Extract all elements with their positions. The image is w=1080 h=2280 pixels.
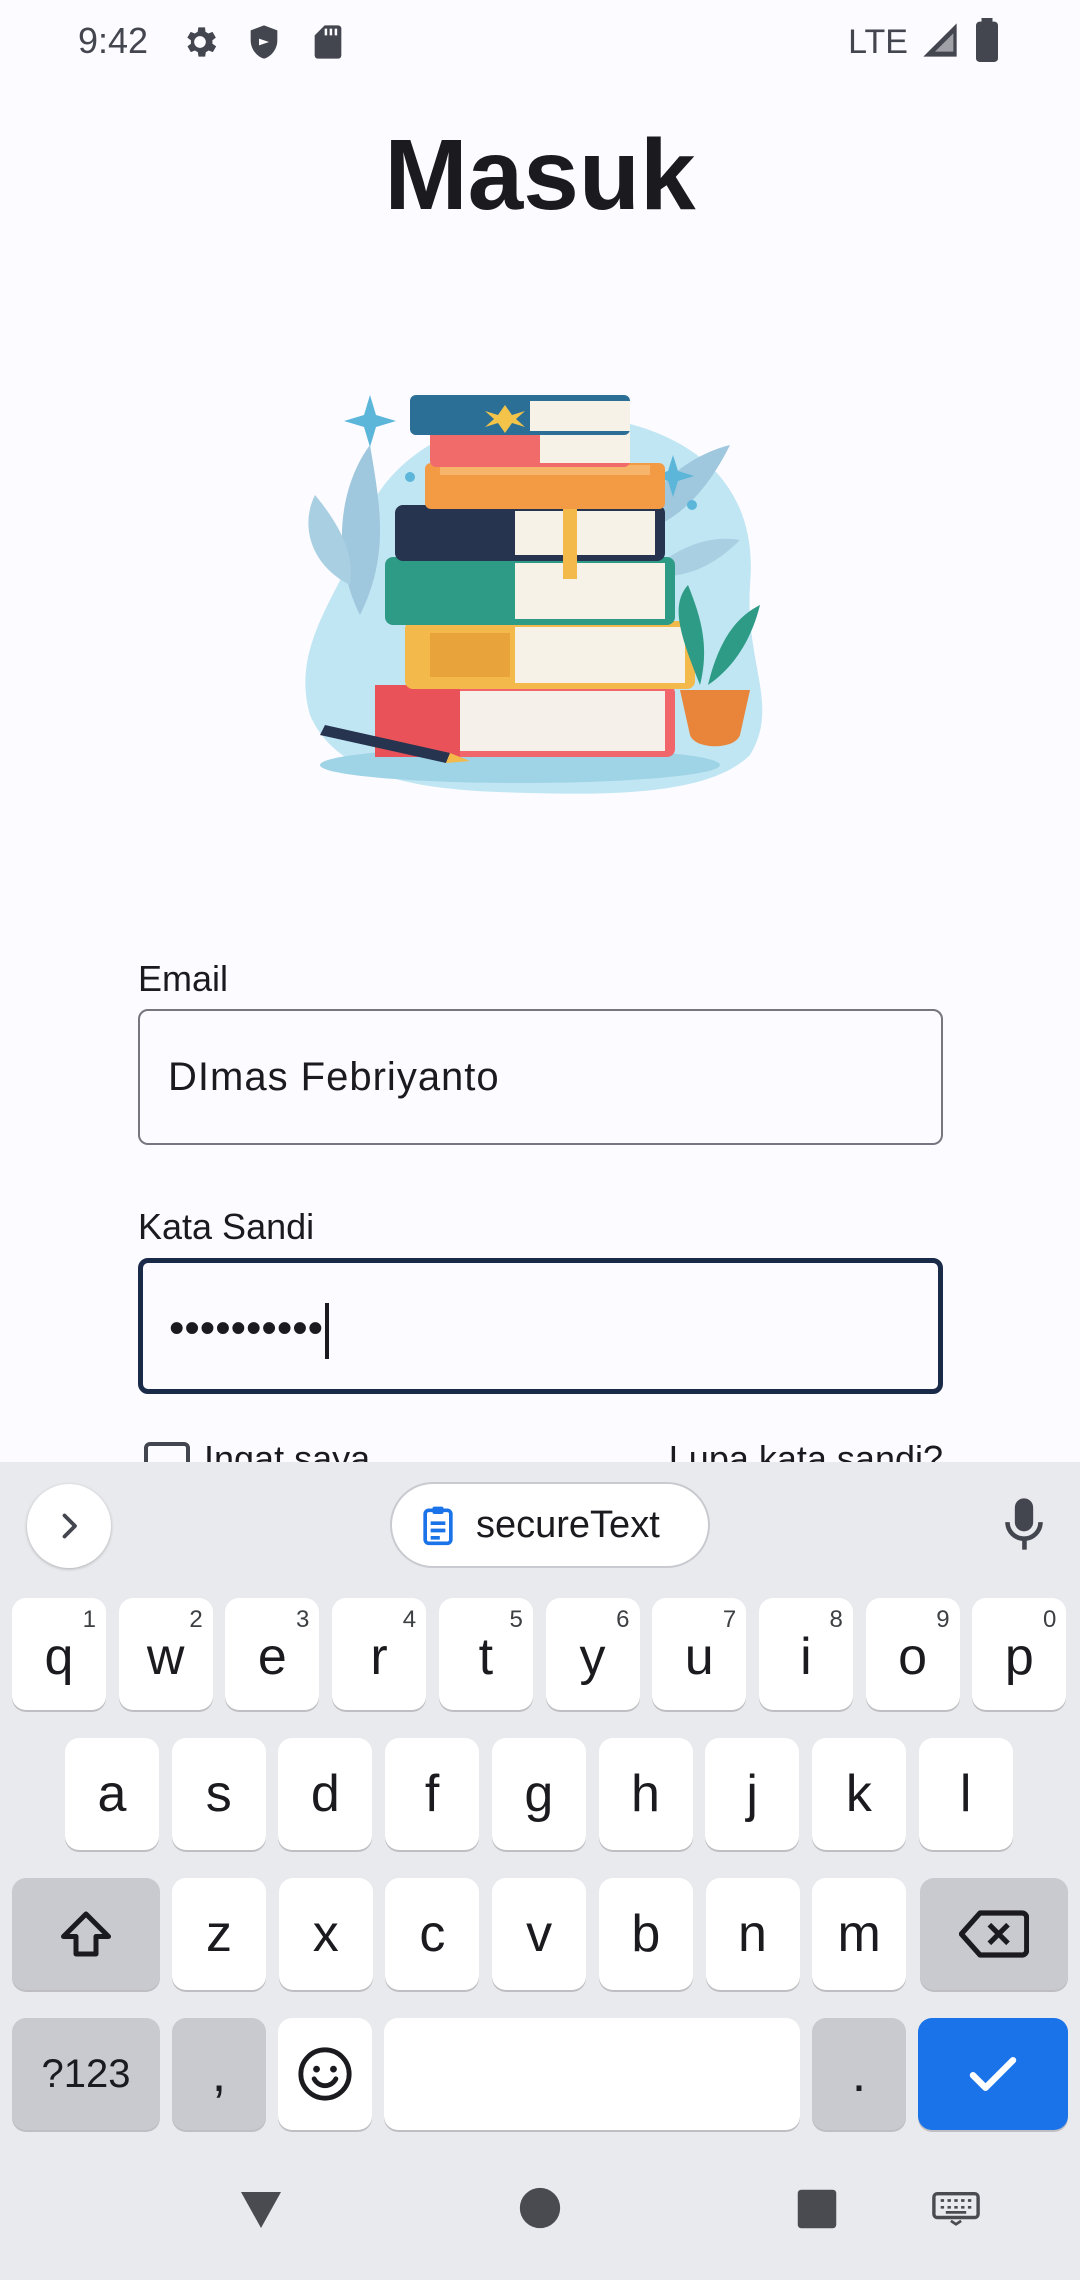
space-key[interactable]: [384, 2018, 800, 2130]
shift-key[interactable]: [12, 1878, 160, 1990]
key-letter: p: [1004, 1628, 1034, 1686]
key-x[interactable]: x: [278, 1878, 373, 1990]
key-y[interactable]: 6y: [545, 1598, 640, 1710]
clipboard-icon: [423, 1506, 453, 1546]
key-hint: 7: [722, 1606, 737, 1633]
status-time: 9:42: [78, 20, 149, 61]
key-letter: r: [370, 1628, 388, 1686]
books-illustration: [280, 385, 800, 805]
back-icon[interactable]: [236, 2188, 286, 2232]
key-i[interactable]: 8i: [758, 1598, 853, 1710]
key-d[interactable]: d: [278, 1738, 373, 1850]
key-v[interactable]: v: [492, 1878, 587, 1990]
key-q[interactable]: 1q: [12, 1598, 106, 1710]
sd-card-icon: [308, 22, 348, 67]
key-letter: y: [579, 1628, 606, 1686]
text-caret: [325, 1303, 330, 1359]
check-icon: [969, 2057, 1017, 2091]
key-e[interactable]: 3e: [225, 1598, 320, 1710]
key-b[interactable]: b: [598, 1878, 693, 1990]
key-t[interactable]: 5t: [438, 1598, 533, 1710]
key-hint: 6: [616, 1606, 630, 1633]
remember-row: Ingat saya Lupa kata sandi?: [138, 1438, 943, 1464]
microphone-button[interactable]: [1002, 1494, 1046, 1559]
key-z[interactable]: z: [172, 1878, 266, 1990]
key-hint: 0: [1042, 1606, 1057, 1633]
remember-label: Ingat saya: [204, 1438, 371, 1464]
key-letter: i: [800, 1628, 812, 1686]
key-hint: 4: [402, 1606, 417, 1633]
key-hint: 3: [296, 1606, 310, 1633]
key-u[interactable]: 7u: [652, 1598, 747, 1710]
keyboard-switch-icon[interactable]: [932, 2192, 980, 2226]
clipboard-suggestion-chip[interactable]: secureText: [390, 1482, 710, 1568]
symbols-key[interactable]: ?123: [12, 2018, 160, 2130]
period-key[interactable]: .: [812, 2018, 906, 2130]
key-hint: 2: [189, 1606, 203, 1633]
expand-toolbar-button[interactable]: [27, 1484, 111, 1568]
status-icons-left: [180, 22, 348, 67]
key-letter: t: [478, 1628, 494, 1686]
key-hint: 8: [829, 1606, 843, 1633]
key-s[interactable]: s: [171, 1738, 266, 1850]
shield-icon: [244, 22, 284, 67]
keyboard-toolbar: secureText: [0, 1462, 1080, 1582]
recents-icon[interactable]: [796, 2188, 838, 2230]
key-letter: u: [684, 1628, 714, 1686]
key-hint: 5: [509, 1606, 523, 1633]
password-label: Kata Sandi: [138, 1206, 315, 1247]
backspace-key[interactable]: [920, 1878, 1068, 1990]
email-field[interactable]: DImas Febriyanto: [138, 1009, 943, 1145]
key-j[interactable]: j: [705, 1738, 800, 1850]
battery-icon: [972, 18, 1002, 67]
emoji-key[interactable]: [278, 2018, 372, 2130]
key-letter: w: [146, 1628, 185, 1686]
signal-icon: [920, 20, 960, 65]
password-field[interactable]: ••••••••••: [138, 1258, 943, 1394]
key-letter: e: [257, 1628, 287, 1686]
remember-checkbox[interactable]: [144, 1442, 190, 1464]
key-letter: o: [898, 1628, 928, 1686]
gear-icon: [180, 22, 220, 67]
key-letter: q: [44, 1628, 74, 1686]
key-m[interactable]: m: [812, 1878, 907, 1990]
password-value: ••••••••••: [169, 1303, 330, 1359]
key-hint: 1: [82, 1606, 96, 1633]
key-w[interactable]: 2w: [118, 1598, 213, 1710]
comma-key[interactable]: ,: [172, 2018, 266, 2130]
shift-icon: [61, 1911, 111, 1957]
key-k[interactable]: k: [811, 1738, 906, 1850]
suggestion-chip-label: secureText: [476, 1503, 660, 1546]
key-hint: 9: [936, 1606, 950, 1633]
key-a[interactable]: a: [65, 1738, 159, 1850]
key-f[interactable]: f: [385, 1738, 480, 1850]
status-icons-right: LTE: [848, 18, 1002, 67]
email-value: DImas Febriyanto: [168, 1055, 500, 1099]
forgot-password-link[interactable]: Lupa kata sandi?: [669, 1438, 943, 1464]
chevron-right-icon: [62, 1513, 77, 1539]
network-type: LTE: [848, 23, 908, 61]
key-l[interactable]: l: [918, 1738, 1013, 1850]
microphone-icon: [1005, 1498, 1043, 1550]
key-c[interactable]: c: [385, 1878, 480, 1990]
navigation-bar: [0, 2138, 1080, 2280]
done-key[interactable]: [918, 2018, 1068, 2130]
email-label: Email: [138, 958, 229, 999]
key-o[interactable]: 9o: [865, 1598, 960, 1710]
key-g[interactable]: g: [491, 1738, 586, 1850]
backspace-icon: [959, 1910, 1029, 1958]
key-h[interactable]: h: [598, 1738, 693, 1850]
key-n[interactable]: n: [705, 1878, 800, 1990]
key-p[interactable]: 0p: [972, 1598, 1067, 1710]
home-icon[interactable]: [518, 2186, 562, 2230]
emoji-icon: [298, 2047, 352, 2101]
page-title: Masuk: [384, 119, 696, 231]
status-bar: 9:42 LTE: [0, 0, 1080, 88]
key-r[interactable]: 4r: [332, 1598, 427, 1710]
